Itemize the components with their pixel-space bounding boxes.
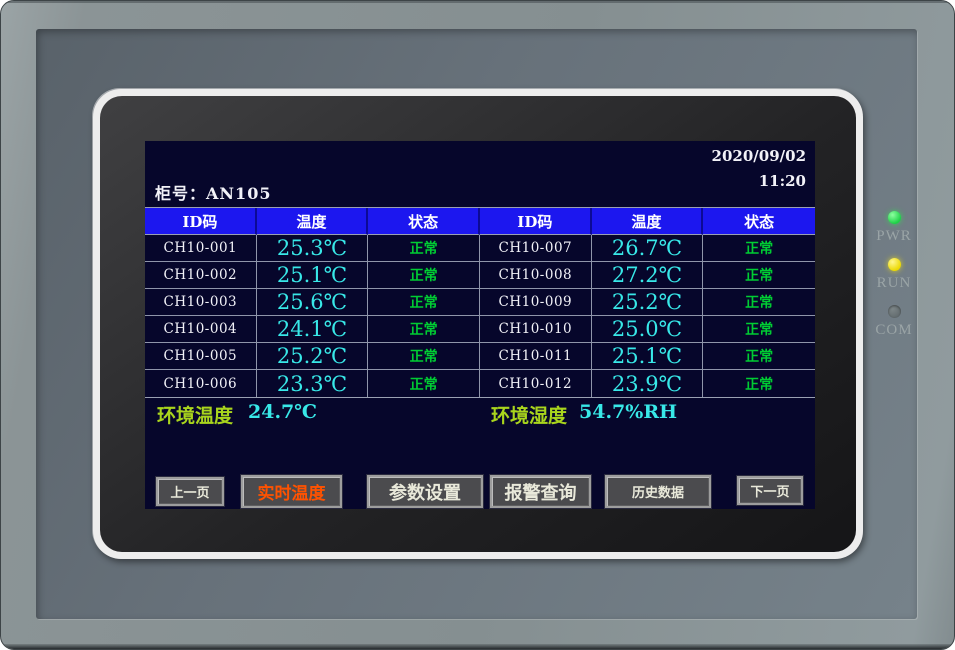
status-cell: 正常 xyxy=(703,316,815,343)
next-page-button[interactable]: 下一页 xyxy=(737,476,803,505)
temperature-cell: 25.6℃ xyxy=(257,289,369,316)
run-led-icon xyxy=(888,258,901,271)
temperature-cell: 24.1℃ xyxy=(257,316,369,343)
ambient-readings: 环境温度 24.7℃ 环境湿度 54.7%RH xyxy=(145,401,815,427)
alarm-query-button[interactable]: 报警查询 xyxy=(490,475,591,508)
indicator-led-strip: PWR RUN COM xyxy=(868,211,920,352)
channel-id-cell: CH10-001 xyxy=(145,235,257,262)
status-cell: 正常 xyxy=(368,370,480,397)
channel-id-cell: CH10-006 xyxy=(145,370,257,397)
channel-id-cell: CH10-010 xyxy=(480,316,592,343)
status-cell: 正常 xyxy=(368,289,480,316)
channel-table: ID码 温度 状态 ID码 温度 状态 CH10-001 25.3℃ 正常 CH… xyxy=(145,207,815,398)
pwr-indicator: PWR xyxy=(868,211,920,245)
status-cell: 正常 xyxy=(703,343,815,370)
channel-id-cell: CH10-009 xyxy=(480,289,592,316)
status-cell: 正常 xyxy=(368,316,480,343)
temperature-cell: 23.9℃ xyxy=(592,370,704,397)
temperature-cell: 25.2℃ xyxy=(257,343,369,370)
channel-id-cell: CH10-008 xyxy=(480,262,592,289)
time-display: 11:20 xyxy=(712,172,806,190)
lcd-screen: 2020/09/02 11:20 柜号：AN105 ID码 温度 状态 ID码 … xyxy=(145,141,815,509)
column-header: 状态 xyxy=(368,208,480,235)
realtime-temperature-button[interactable]: 实时温度 xyxy=(241,475,342,508)
column-header: 温度 xyxy=(257,208,369,235)
pwr-led-label: PWR xyxy=(876,228,912,244)
channel-id-cell: CH10-007 xyxy=(480,235,592,262)
com-led-icon xyxy=(888,305,901,318)
column-header: 温度 xyxy=(592,208,704,235)
channel-id-cell: CH10-005 xyxy=(145,343,257,370)
ambient-temperature-value: 24.7℃ xyxy=(248,401,317,423)
date-display: 2020/09/02 xyxy=(712,147,806,165)
status-cell: 正常 xyxy=(703,235,815,262)
ambient-humidity-label: 环境湿度 xyxy=(491,401,567,428)
status-cell: 正常 xyxy=(368,343,480,370)
cabinet-value: AN105 xyxy=(206,184,271,203)
temperature-cell: 25.1℃ xyxy=(257,262,369,289)
cabinet-number: 柜号：AN105 xyxy=(155,180,271,204)
parameter-settings-button[interactable]: 参数设置 xyxy=(367,475,483,508)
temperature-cell: 27.2℃ xyxy=(592,262,704,289)
column-header: ID码 xyxy=(145,208,257,235)
temperature-cell: 23.3℃ xyxy=(257,370,369,397)
channel-id-cell: CH10-011 xyxy=(480,343,592,370)
pwr-led-icon xyxy=(888,211,901,224)
prev-page-button[interactable]: 上一页 xyxy=(156,477,224,506)
hmi-device: 2020/09/02 11:20 柜号：AN105 ID码 温度 状态 ID码 … xyxy=(0,0,955,650)
channel-id-cell: CH10-002 xyxy=(145,262,257,289)
channel-id-cell: CH10-003 xyxy=(145,289,257,316)
temperature-cell: 25.3℃ xyxy=(257,235,369,262)
cabinet-label: 柜号： xyxy=(155,184,206,203)
status-cell: 正常 xyxy=(368,235,480,262)
status-cell: 正常 xyxy=(368,262,480,289)
temperature-cell: 26.7℃ xyxy=(592,235,704,262)
temperature-cell: 25.0℃ xyxy=(592,316,704,343)
ambient-humidity-value: 54.7%RH xyxy=(579,401,677,423)
history-data-button[interactable]: 历史数据 xyxy=(605,475,711,508)
status-cell: 正常 xyxy=(703,262,815,289)
datetime-display: 2020/09/02 11:20 xyxy=(712,147,806,190)
temperature-cell: 25.1℃ xyxy=(592,343,704,370)
channel-id-cell: CH10-004 xyxy=(145,316,257,343)
com-led-label: COM xyxy=(875,322,912,338)
status-cell: 正常 xyxy=(703,289,815,316)
column-header: 状态 xyxy=(703,208,815,235)
com-indicator: COM xyxy=(868,305,920,339)
ambient-temperature-label: 环境温度 xyxy=(157,401,233,428)
temperature-cell: 25.2℃ xyxy=(592,289,704,316)
channel-id-cell: CH10-012 xyxy=(480,370,592,397)
status-cell: 正常 xyxy=(703,370,815,397)
column-header: ID码 xyxy=(480,208,592,235)
run-led-label: RUN xyxy=(877,275,912,291)
run-indicator: RUN xyxy=(868,258,920,292)
